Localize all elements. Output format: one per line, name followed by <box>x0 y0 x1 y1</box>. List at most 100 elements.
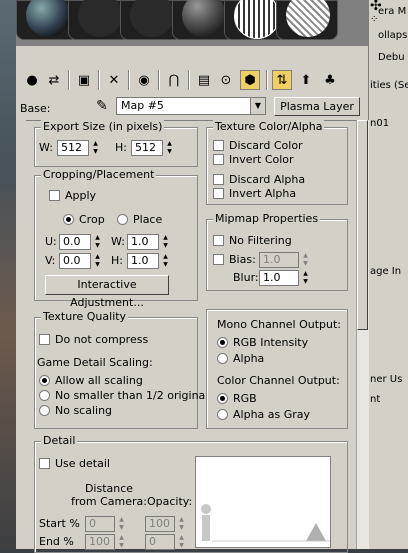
width-spinner[interactable]: ▲ ▼ <box>91 140 100 156</box>
bias-spinner[interactable]: ▲ ▼ <box>301 252 310 268</box>
command-panel-item[interactable]: Debu <box>378 52 405 63</box>
discard-color-checkbox[interactable] <box>213 140 224 151</box>
blur-field[interactable]: 1.0 <box>259 270 299 286</box>
start-opacity-field[interactable]: 100 <box>145 516 175 532</box>
no-scaling-radio[interactable] <box>39 405 50 416</box>
allow-all-scaling-radio[interactable] <box>39 375 50 386</box>
mono-alpha-label: Alpha <box>233 352 265 365</box>
discard-alpha-checkbox[interactable] <box>213 174 224 185</box>
crop-w-spinner[interactable]: ▲ ▼ <box>161 234 170 250</box>
allow-all-scaling-label: Allow all scaling <box>55 374 143 387</box>
start-opacity-spinner[interactable]: ▲ ▼ <box>177 516 186 532</box>
command-panel-item: ner Us <box>370 374 403 385</box>
end-distance-field[interactable]: 100 <box>85 534 115 550</box>
export-size-group: Export Size (in pixels) W: 512 ▲ ▼ H: 512… <box>34 120 198 167</box>
no-filtering-checkbox[interactable] <box>213 235 224 246</box>
material-editor-panel: ● ⇄ ▣ ✕ ◉ ⋂ ▤ ⊙ ⬢ ⇅ ⬆ ♣ Base: ✎ Map #5 ▼… <box>16 0 369 553</box>
interactive-adjustment-button[interactable]: Interactive Adjustment... <box>45 275 169 309</box>
scrollbar-thumb[interactable] <box>357 120 368 330</box>
rollout-scrollbar[interactable] <box>356 120 369 549</box>
command-panel-item[interactable]: age In <box>370 266 401 277</box>
bias-checkbox[interactable] <box>213 254 224 265</box>
crop-w-label: W: <box>111 235 125 248</box>
command-panel-item: nt <box>370 394 381 405</box>
chevron-down-icon[interactable]: ▼ <box>250 98 265 114</box>
no-smaller-radio[interactable] <box>39 390 50 401</box>
assign-material-icon[interactable]: ▣ <box>74 70 94 90</box>
invert-color-label: Invert Color <box>229 153 294 166</box>
color-channel-title: Color Channel Output: <box>217 374 340 387</box>
v-spinner[interactable]: ▲ ▼ <box>93 253 102 269</box>
texture-quality-group: Texture Quality Do not compress Game Det… <box>34 310 208 429</box>
bias-label: Bias: <box>229 253 256 266</box>
width-field[interactable]: 512 <box>57 140 89 156</box>
invert-color-checkbox[interactable] <box>213 154 224 165</box>
make-unique-icon[interactable]: ◉ <box>134 70 154 90</box>
invert-alpha-label: Invert Alpha <box>229 187 297 200</box>
go-forward-icon[interactable]: ⬆ <box>296 70 316 90</box>
alpha-as-gray-radio[interactable] <box>217 409 228 420</box>
distance-label: Distance from Camera: <box>71 482 147 508</box>
end-opacity-spinner[interactable]: ▲ ▼ <box>177 534 186 550</box>
height-spinner[interactable]: ▲ ▼ <box>165 140 174 156</box>
show-map-icon[interactable]: ⊙ <box>216 70 236 90</box>
use-detail-checkbox[interactable] <box>39 458 50 469</box>
discard-alpha-label: Discard Alpha <box>229 173 306 186</box>
discard-color-label: Discard Color <box>229 139 303 152</box>
pick-map-icon[interactable]: ✎ <box>92 96 112 116</box>
u-field[interactable]: 0.0 <box>59 234 91 250</box>
u-label: U: <box>45 235 57 248</box>
place-radio[interactable] <box>117 214 128 225</box>
material-effects-icon[interactable]: ▤ <box>194 70 214 90</box>
map-type-button[interactable]: Plasma Layer <box>274 97 360 116</box>
go-to-parent-icon[interactable]: ⇅ <box>272 70 292 90</box>
command-panel-item[interactable]: ollaps <box>378 30 407 41</box>
show-end-result-icon[interactable]: ⬢ <box>240 70 260 90</box>
invert-alpha-checkbox[interactable] <box>213 188 224 199</box>
v-field[interactable]: 0.0 <box>59 253 91 269</box>
crop-label: Crop <box>79 213 105 226</box>
command-panel: ✣ ⁘ era M ollaps Debu ities (Se n01 age … <box>363 0 408 549</box>
end-opacity-field[interactable]: 0 <box>145 534 175 550</box>
rgb-intensity-radio[interactable] <box>217 337 228 348</box>
v-label: V: <box>45 254 56 267</box>
put-to-library-icon[interactable]: ⋂ <box>164 70 184 90</box>
crop-h-spinner[interactable]: ▲ ▼ <box>161 253 170 269</box>
mono-alpha-radio[interactable] <box>217 353 228 364</box>
command-panel-item[interactable]: ities (Se <box>370 80 408 91</box>
texture-color-group: Texture Color/Alpha Discard Color Invert… <box>206 120 348 205</box>
crop-w-field[interactable]: 1.0 <box>127 234 159 250</box>
get-material-icon[interactable]: ● <box>22 70 42 90</box>
options-icon[interactable]: ♣ <box>320 70 340 90</box>
width-label: W: <box>39 141 53 154</box>
bias-field[interactable]: 1.0 <box>259 252 299 268</box>
no-compress-checkbox[interactable] <box>39 334 50 345</box>
crop-radio[interactable] <box>63 214 74 225</box>
crop-h-field[interactable]: 1.0 <box>127 253 159 269</box>
sample-slot[interactable] <box>276 0 338 40</box>
detail-group: Detail Use detail Distance from Camera: … <box>34 434 348 553</box>
texture-color-title: Texture Color/Alpha <box>213 120 325 133</box>
blur-label: Blur: <box>233 271 259 284</box>
material-toolbar: ● ⇄ ▣ ✕ ◉ ⋂ ▤ ⊙ ⬢ ⇅ ⬆ ♣ <box>16 64 368 92</box>
export-size-title: Export Size (in pixels) <box>41 120 165 133</box>
no-compress-label: Do not compress <box>55 333 149 346</box>
put-to-scene-icon[interactable]: ⇄ <box>44 70 64 90</box>
mipmap-title: Mipmap Properties <box>213 212 321 225</box>
rgb-radio[interactable] <box>217 393 228 404</box>
command-panel-item: n01 <box>370 118 390 129</box>
map-name-dropdown[interactable]: Map #5 ▼ <box>116 97 266 115</box>
detail-title: Detail <box>41 434 78 447</box>
mono-channel-title: Mono Channel Output: <box>217 318 341 331</box>
blur-spinner[interactable]: ▲ ▼ <box>301 270 310 286</box>
detail-curve-graph <box>201 504 330 542</box>
start-distance-spinner[interactable]: ▲ ▼ <box>117 516 126 532</box>
apply-checkbox[interactable] <box>49 190 60 201</box>
u-spinner[interactable]: ▲ ▼ <box>93 234 102 250</box>
rgb-intensity-label: RGB Intensity <box>233 336 309 349</box>
height-field[interactable]: 512 <box>131 140 163 156</box>
start-distance-field[interactable]: 0 <box>85 516 115 532</box>
end-distance-spinner[interactable]: ▲ ▼ <box>117 534 126 550</box>
reset-map-icon[interactable]: ✕ <box>104 70 124 90</box>
alpha-as-gray-label: Alpha as Gray <box>233 408 311 421</box>
